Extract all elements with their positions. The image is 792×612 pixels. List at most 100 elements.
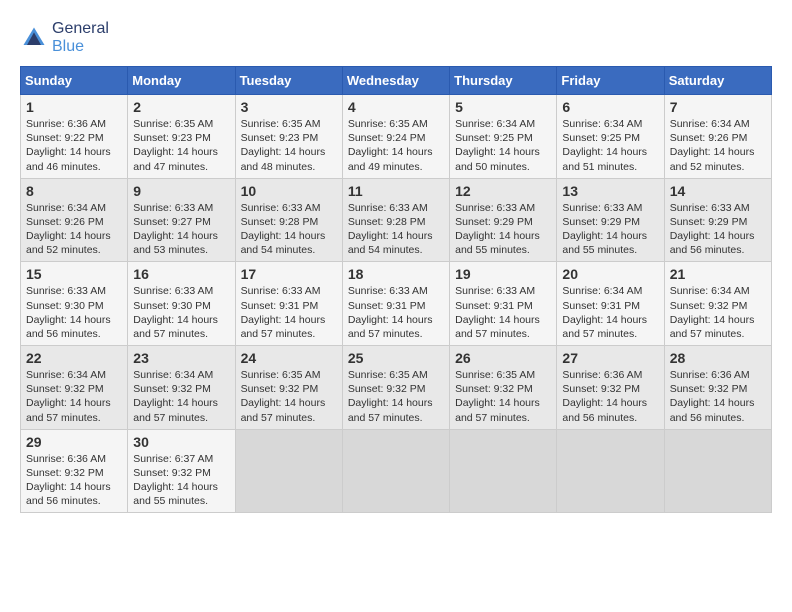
day-info: Sunrise: 6:34 AM Sunset: 9:26 PM Dayligh… (670, 117, 766, 174)
day-number: 22 (26, 350, 122, 366)
calendar-day-1: 1 Sunrise: 6:36 AM Sunset: 9:22 PM Dayli… (21, 95, 128, 179)
day-info: Sunrise: 6:34 AM Sunset: 9:31 PM Dayligh… (562, 284, 658, 341)
calendar-day-8: 8 Sunrise: 6:34 AM Sunset: 9:26 PM Dayli… (21, 178, 128, 262)
day-number: 17 (241, 266, 337, 282)
weekday-header-sunday: Sunday (21, 67, 128, 95)
calendar-day-6: 6 Sunrise: 6:34 AM Sunset: 9:25 PM Dayli… (557, 95, 664, 179)
day-number: 7 (670, 99, 766, 115)
calendar-day-4: 4 Sunrise: 6:35 AM Sunset: 9:24 PM Dayli… (342, 95, 449, 179)
day-number: 27 (562, 350, 658, 366)
day-number: 25 (348, 350, 444, 366)
day-info: Sunrise: 6:36 AM Sunset: 9:32 PM Dayligh… (26, 452, 122, 509)
weekday-header-monday: Monday (128, 67, 235, 95)
empty-cell (664, 429, 771, 513)
day-info: Sunrise: 6:34 AM Sunset: 9:32 PM Dayligh… (670, 284, 766, 341)
day-number: 29 (26, 434, 122, 450)
day-number: 3 (241, 99, 337, 115)
page-header: General Blue (20, 20, 772, 56)
day-number: 2 (133, 99, 229, 115)
empty-cell (557, 429, 664, 513)
day-info: Sunrise: 6:33 AM Sunset: 9:27 PM Dayligh… (133, 201, 229, 258)
calendar-week-row: 15 Sunrise: 6:33 AM Sunset: 9:30 PM Dayl… (21, 262, 772, 346)
logo-icon (20, 24, 48, 52)
calendar-day-5: 5 Sunrise: 6:34 AM Sunset: 9:25 PM Dayli… (450, 95, 557, 179)
day-number: 6 (562, 99, 658, 115)
weekday-header-tuesday: Tuesday (235, 67, 342, 95)
calendar-day-3: 3 Sunrise: 6:35 AM Sunset: 9:23 PM Dayli… (235, 95, 342, 179)
empty-cell (342, 429, 449, 513)
day-info: Sunrise: 6:36 AM Sunset: 9:22 PM Dayligh… (26, 117, 122, 174)
day-info: Sunrise: 6:35 AM Sunset: 9:23 PM Dayligh… (133, 117, 229, 174)
day-number: 21 (670, 266, 766, 282)
day-info: Sunrise: 6:33 AM Sunset: 9:31 PM Dayligh… (348, 284, 444, 341)
weekday-header-wednesday: Wednesday (342, 67, 449, 95)
calendar-table: SundayMondayTuesdayWednesdayThursdayFrid… (20, 66, 772, 513)
empty-cell (235, 429, 342, 513)
calendar-day-27: 27 Sunrise: 6:36 AM Sunset: 9:32 PM Dayl… (557, 346, 664, 430)
calendar-day-14: 14 Sunrise: 6:33 AM Sunset: 9:29 PM Dayl… (664, 178, 771, 262)
calendar-body: 1 Sunrise: 6:36 AM Sunset: 9:22 PM Dayli… (21, 95, 772, 513)
day-info: Sunrise: 6:34 AM Sunset: 9:26 PM Dayligh… (26, 201, 122, 258)
day-number: 11 (348, 183, 444, 199)
calendar-week-row: 8 Sunrise: 6:34 AM Sunset: 9:26 PM Dayli… (21, 178, 772, 262)
day-info: Sunrise: 6:33 AM Sunset: 9:28 PM Dayligh… (241, 201, 337, 258)
day-info: Sunrise: 6:36 AM Sunset: 9:32 PM Dayligh… (562, 368, 658, 425)
day-number: 30 (133, 434, 229, 450)
calendar-header: SundayMondayTuesdayWednesdayThursdayFrid… (21, 67, 772, 95)
day-info: Sunrise: 6:33 AM Sunset: 9:31 PM Dayligh… (241, 284, 337, 341)
logo-blue-text: Blue (52, 38, 84, 55)
day-info: Sunrise: 6:33 AM Sunset: 9:30 PM Dayligh… (26, 284, 122, 341)
calendar-day-20: 20 Sunrise: 6:34 AM Sunset: 9:31 PM Dayl… (557, 262, 664, 346)
day-number: 20 (562, 266, 658, 282)
calendar-day-15: 15 Sunrise: 6:33 AM Sunset: 9:30 PM Dayl… (21, 262, 128, 346)
day-number: 12 (455, 183, 551, 199)
logo-general-text: General (52, 20, 109, 37)
day-number: 15 (26, 266, 122, 282)
weekday-header-row: SundayMondayTuesdayWednesdayThursdayFrid… (21, 67, 772, 95)
day-info: Sunrise: 6:33 AM Sunset: 9:29 PM Dayligh… (562, 201, 658, 258)
day-info: Sunrise: 6:35 AM Sunset: 9:23 PM Dayligh… (241, 117, 337, 174)
day-info: Sunrise: 6:35 AM Sunset: 9:32 PM Dayligh… (241, 368, 337, 425)
day-number: 18 (348, 266, 444, 282)
day-number: 1 (26, 99, 122, 115)
day-number: 16 (133, 266, 229, 282)
calendar-day-13: 13 Sunrise: 6:33 AM Sunset: 9:29 PM Dayl… (557, 178, 664, 262)
day-number: 19 (455, 266, 551, 282)
calendar-day-28: 28 Sunrise: 6:36 AM Sunset: 9:32 PM Dayl… (664, 346, 771, 430)
day-info: Sunrise: 6:34 AM Sunset: 9:32 PM Dayligh… (133, 368, 229, 425)
empty-cell (450, 429, 557, 513)
calendar-day-22: 22 Sunrise: 6:34 AM Sunset: 9:32 PM Dayl… (21, 346, 128, 430)
day-info: Sunrise: 6:35 AM Sunset: 9:24 PM Dayligh… (348, 117, 444, 174)
day-number: 8 (26, 183, 122, 199)
calendar-day-26: 26 Sunrise: 6:35 AM Sunset: 9:32 PM Dayl… (450, 346, 557, 430)
day-info: Sunrise: 6:33 AM Sunset: 9:29 PM Dayligh… (455, 201, 551, 258)
calendar-day-19: 19 Sunrise: 6:33 AM Sunset: 9:31 PM Dayl… (450, 262, 557, 346)
calendar-day-29: 29 Sunrise: 6:36 AM Sunset: 9:32 PM Dayl… (21, 429, 128, 513)
day-info: Sunrise: 6:36 AM Sunset: 9:32 PM Dayligh… (670, 368, 766, 425)
calendar-day-7: 7 Sunrise: 6:34 AM Sunset: 9:26 PM Dayli… (664, 95, 771, 179)
day-number: 10 (241, 183, 337, 199)
day-info: Sunrise: 6:34 AM Sunset: 9:25 PM Dayligh… (562, 117, 658, 174)
calendar-day-12: 12 Sunrise: 6:33 AM Sunset: 9:29 PM Dayl… (450, 178, 557, 262)
day-number: 5 (455, 99, 551, 115)
calendar-week-row: 1 Sunrise: 6:36 AM Sunset: 9:22 PM Dayli… (21, 95, 772, 179)
day-number: 14 (670, 183, 766, 199)
day-info: Sunrise: 6:33 AM Sunset: 9:28 PM Dayligh… (348, 201, 444, 258)
day-number: 13 (562, 183, 658, 199)
day-number: 28 (670, 350, 766, 366)
day-number: 24 (241, 350, 337, 366)
calendar-day-23: 23 Sunrise: 6:34 AM Sunset: 9:32 PM Dayl… (128, 346, 235, 430)
calendar-day-18: 18 Sunrise: 6:33 AM Sunset: 9:31 PM Dayl… (342, 262, 449, 346)
weekday-header-thursday: Thursday (450, 67, 557, 95)
day-info: Sunrise: 6:35 AM Sunset: 9:32 PM Dayligh… (455, 368, 551, 425)
day-info: Sunrise: 6:34 AM Sunset: 9:32 PM Dayligh… (26, 368, 122, 425)
day-info: Sunrise: 6:33 AM Sunset: 9:31 PM Dayligh… (455, 284, 551, 341)
day-number: 23 (133, 350, 229, 366)
day-info: Sunrise: 6:33 AM Sunset: 9:30 PM Dayligh… (133, 284, 229, 341)
calendar-day-25: 25 Sunrise: 6:35 AM Sunset: 9:32 PM Dayl… (342, 346, 449, 430)
calendar-day-24: 24 Sunrise: 6:35 AM Sunset: 9:32 PM Dayl… (235, 346, 342, 430)
day-info: Sunrise: 6:35 AM Sunset: 9:32 PM Dayligh… (348, 368, 444, 425)
weekday-header-friday: Friday (557, 67, 664, 95)
day-number: 9 (133, 183, 229, 199)
day-info: Sunrise: 6:34 AM Sunset: 9:25 PM Dayligh… (455, 117, 551, 174)
